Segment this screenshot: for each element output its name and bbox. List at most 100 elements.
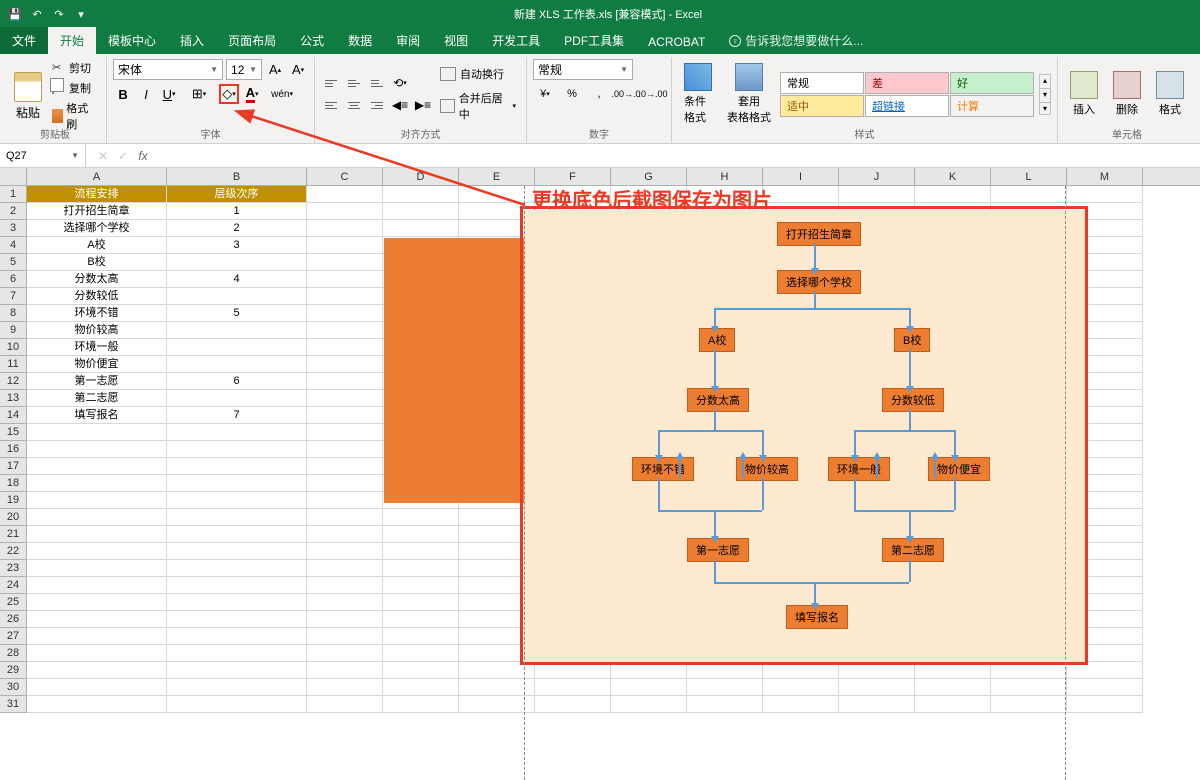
cell[interactable] <box>27 526 167 543</box>
cell[interactable] <box>307 322 383 339</box>
row-header[interactable]: 5 <box>0 254 27 271</box>
cell[interactable] <box>167 679 307 696</box>
cell[interactable]: 2 <box>167 220 307 237</box>
increase-indent-button[interactable]: ▶≡ <box>413 96 433 114</box>
cell[interactable]: A校 <box>27 237 167 254</box>
cell[interactable] <box>167 543 307 560</box>
row-header[interactable]: 16 <box>0 441 27 458</box>
row-header[interactable]: 1 <box>0 186 27 203</box>
styles-up-button[interactable]: ▴ <box>1040 75 1050 86</box>
fill-color-button[interactable]: ◇▾ <box>219 84 239 104</box>
comma-button[interactable]: , <box>587 84 611 104</box>
cell[interactable] <box>307 611 383 628</box>
cell[interactable] <box>27 577 167 594</box>
cell[interactable] <box>307 339 383 356</box>
cell[interactable] <box>167 611 307 628</box>
row-header[interactable]: 3 <box>0 220 27 237</box>
cell[interactable] <box>27 611 167 628</box>
cell[interactable] <box>383 577 459 594</box>
cell[interactable] <box>167 509 307 526</box>
cell[interactable] <box>763 186 839 203</box>
flowchart-node[interactable]: 环境不错 <box>632 457 694 481</box>
cell[interactable] <box>167 458 307 475</box>
cell[interactable] <box>27 475 167 492</box>
italic-button[interactable]: I <box>136 84 156 104</box>
cell[interactable] <box>167 662 307 679</box>
cell[interactable] <box>307 271 383 288</box>
flowchart-node[interactable]: 环境一般 <box>828 457 890 481</box>
cell[interactable] <box>167 492 307 509</box>
menu-file[interactable]: 文件 <box>0 27 48 54</box>
cell[interactable] <box>991 679 1067 696</box>
column-header-E[interactable]: E <box>459 168 535 185</box>
row-header[interactable]: 20 <box>0 509 27 526</box>
cell[interactable] <box>27 594 167 611</box>
align-middle-button[interactable] <box>344 74 364 92</box>
cell[interactable] <box>383 696 459 713</box>
wrap-text-button[interactable]: 自动换行 <box>436 64 520 84</box>
decrease-indent-button[interactable]: ◀≡ <box>390 96 410 114</box>
cell[interactable] <box>839 186 915 203</box>
border-button[interactable]: ⊞▾ <box>189 84 209 104</box>
row-header[interactable]: 13 <box>0 390 27 407</box>
cell[interactable] <box>27 628 167 645</box>
increase-font-button[interactable]: A▴ <box>265 60 285 80</box>
row-header[interactable]: 23 <box>0 560 27 577</box>
bold-button[interactable]: B <box>113 84 133 104</box>
cell[interactable]: 填写报名 <box>27 407 167 424</box>
cell[interactable] <box>915 186 991 203</box>
row-header[interactable]: 15 <box>0 424 27 441</box>
cell[interactable]: 打开招生简章 <box>27 203 167 220</box>
cell[interactable] <box>383 594 459 611</box>
style-bad[interactable]: 差 <box>865 72 949 94</box>
font-name-select[interactable]: 宋体▼ <box>113 59 223 80</box>
cell[interactable]: 物价便宜 <box>27 356 167 373</box>
cell[interactable] <box>1067 186 1143 203</box>
cell[interactable] <box>27 509 167 526</box>
align-left-button[interactable] <box>321 96 341 114</box>
column-header-H[interactable]: H <box>687 168 763 185</box>
column-header-B[interactable]: B <box>167 168 307 185</box>
font-color-button[interactable]: A▾ <box>242 84 262 104</box>
cell[interactable] <box>27 662 167 679</box>
cell[interactable] <box>383 220 459 237</box>
cell[interactable]: 第一志愿 <box>27 373 167 390</box>
cell[interactable] <box>307 662 383 679</box>
cell[interactable] <box>167 254 307 271</box>
column-header-J[interactable]: J <box>839 168 915 185</box>
menu-data[interactable]: 数据 <box>336 27 384 54</box>
cell[interactable] <box>307 645 383 662</box>
align-right-button[interactable] <box>367 96 387 114</box>
cell[interactable] <box>307 220 383 237</box>
name-box[interactable]: Q27▼ <box>0 144 86 167</box>
cell[interactable] <box>27 458 167 475</box>
column-header-A[interactable]: A <box>27 168 167 185</box>
flowchart-node[interactable]: 物价便宜 <box>928 457 990 481</box>
align-center-button[interactable] <box>344 96 364 114</box>
decrease-decimal-button[interactable]: .0→.00 <box>641 84 665 104</box>
row-header[interactable]: 24 <box>0 577 27 594</box>
row-header[interactable]: 6 <box>0 271 27 288</box>
cell[interactable] <box>763 696 839 713</box>
cell[interactable] <box>1067 679 1143 696</box>
cell[interactable] <box>839 696 915 713</box>
cell[interactable] <box>167 288 307 305</box>
cell[interactable] <box>307 509 383 526</box>
cell[interactable] <box>27 645 167 662</box>
cell[interactable] <box>307 458 383 475</box>
row-header[interactable]: 14 <box>0 407 27 424</box>
cell[interactable] <box>167 577 307 594</box>
cell[interactable] <box>307 577 383 594</box>
menu-template[interactable]: 模板中心 <box>96 27 168 54</box>
cell[interactable] <box>167 322 307 339</box>
row-header[interactable]: 26 <box>0 611 27 628</box>
cell[interactable] <box>915 696 991 713</box>
cell[interactable] <box>167 526 307 543</box>
cell[interactable] <box>167 645 307 662</box>
column-header-F[interactable]: F <box>535 168 611 185</box>
paste-button[interactable]: 粘贴 <box>10 70 46 123</box>
column-header-K[interactable]: K <box>915 168 991 185</box>
cell[interactable]: B校 <box>27 254 167 271</box>
align-top-button[interactable] <box>321 74 341 92</box>
column-header-L[interactable]: L <box>991 168 1067 185</box>
